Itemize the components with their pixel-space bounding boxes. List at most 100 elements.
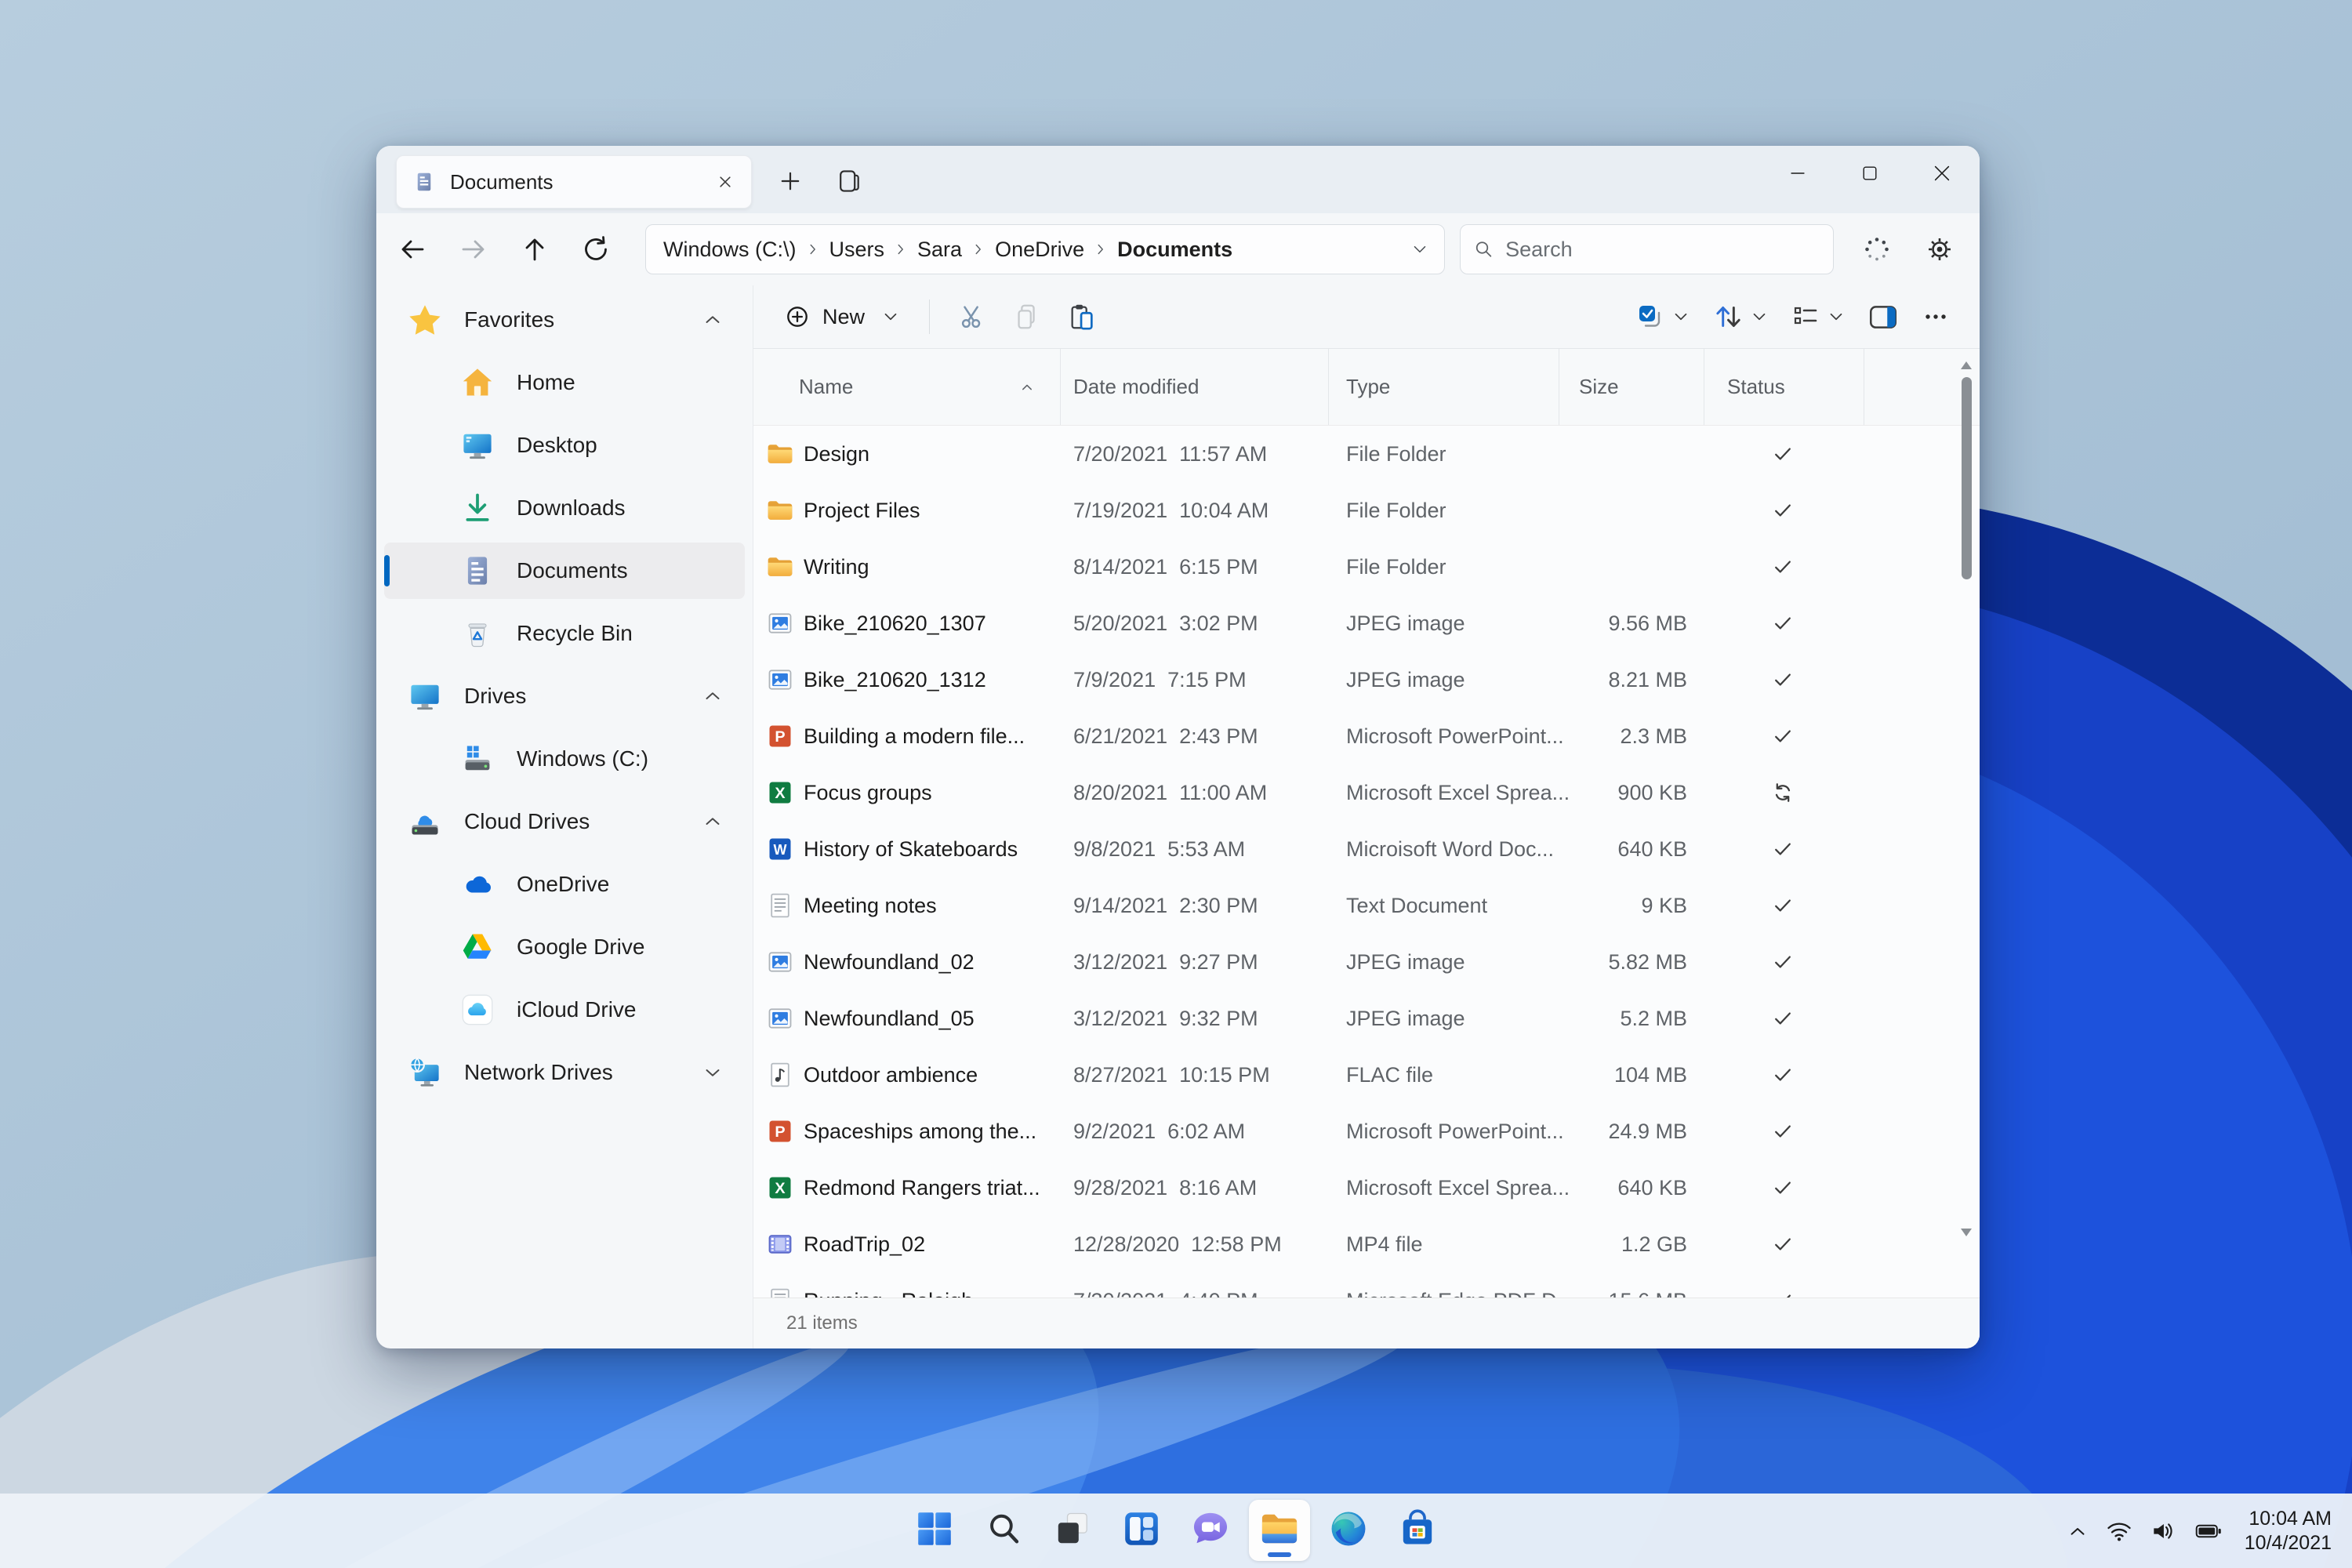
scroll-down-icon[interactable] bbox=[1959, 1227, 1973, 1238]
chevron-up-icon[interactable] bbox=[701, 308, 724, 332]
clock-date: 10/4/2021 bbox=[2244, 1531, 2332, 1554]
refresh-button[interactable] bbox=[580, 234, 612, 265]
sidebar-item-label: iCloud Drive bbox=[517, 997, 637, 1022]
file-row[interactable]: Project Files 7/19/2021 10:04 AM File Fo… bbox=[753, 482, 1980, 539]
sort-ascending-icon bbox=[1022, 384, 1032, 390]
chevron-right-icon bbox=[892, 241, 909, 258]
sidebar-section-cloud-drives[interactable]: Cloud Drives bbox=[376, 790, 753, 853]
file-row[interactable]: Bike_210620_1307 5/20/2021 3:02 PM JPEG … bbox=[753, 595, 1980, 652]
forward-button[interactable] bbox=[458, 234, 489, 265]
minimize-button[interactable] bbox=[1773, 154, 1822, 193]
taskbar-edge-button[interactable] bbox=[1318, 1500, 1379, 1561]
address-dropdown-icon[interactable] bbox=[1406, 236, 1433, 263]
taskbar-clock[interactable]: 10:04 AM 10/4/2021 bbox=[2245, 1507, 2332, 1555]
search-box[interactable] bbox=[1460, 224, 1834, 274]
breadcrumb-item-current[interactable]: Documents bbox=[1117, 238, 1232, 262]
file-row[interactable]: Newfoundland_02 3/12/2021 9:27 PM JPEG i… bbox=[753, 934, 1980, 990]
column-header-name[interactable]: Name bbox=[753, 349, 1061, 425]
taskbar-task-view-button[interactable] bbox=[1042, 1500, 1103, 1561]
sidebar-item-recycle-bin[interactable]: Recycle Bin bbox=[376, 602, 753, 665]
taskbar-store-button[interactable] bbox=[1387, 1500, 1448, 1561]
file-row[interactable]: X Focus groups 8/20/2021 11:00 AM Micros… bbox=[753, 764, 1980, 821]
sidebar-item-documents[interactable]: Documents bbox=[376, 539, 753, 602]
maximize-button[interactable] bbox=[1846, 154, 1894, 193]
tab-close-icon[interactable] bbox=[712, 169, 739, 195]
column-header-size[interactable]: Size bbox=[1559, 349, 1704, 425]
search-input[interactable] bbox=[1504, 236, 1820, 263]
taskbar-start-button[interactable] bbox=[904, 1500, 965, 1561]
file-row[interactable]: Newfoundland_05 3/12/2021 9:32 PM JPEG i… bbox=[753, 990, 1980, 1047]
see-more-button[interactable] bbox=[1920, 301, 1951, 332]
file-row[interactable]: W History of Skateboards 9/8/2021 5:53 A… bbox=[753, 821, 1980, 877]
breadcrumb-item[interactable]: Windows (C:\) bbox=[663, 238, 797, 262]
file-row[interactable]: P Building a modern file... 6/21/2021 2:… bbox=[753, 708, 1980, 764]
address-bar[interactable]: Windows (C:\) Users Sara OneDrive Docume… bbox=[645, 224, 1445, 274]
cut-icon[interactable] bbox=[950, 295, 994, 339]
chevron-up-icon[interactable] bbox=[701, 810, 724, 833]
sidebar-item-desktop[interactable]: Desktop bbox=[376, 414, 753, 477]
details-pane-button[interactable] bbox=[1867, 300, 1900, 333]
sidebar-item-google-drive[interactable]: Google Drive bbox=[376, 916, 753, 978]
view-button[interactable] bbox=[1790, 301, 1846, 332]
sidebar-item-onedrive[interactable]: OneDrive bbox=[376, 853, 753, 916]
file-row[interactable]: Bike_210620_1312 7/9/2021 7:15 PM JPEG i… bbox=[753, 652, 1980, 708]
file-row[interactable]: Design 7/20/2021 11:57 AM File Folder bbox=[753, 426, 1980, 482]
file-row[interactable]: Outdoor ambience 8/27/2021 10:15 PM FLAC… bbox=[753, 1047, 1980, 1103]
file-name: RoadTrip_02 bbox=[804, 1232, 926, 1256]
tab-actions-icon[interactable] bbox=[832, 164, 866, 198]
paste-icon[interactable] bbox=[1060, 295, 1104, 339]
new-tab-button[interactable] bbox=[773, 164, 808, 198]
sidebar-item-downloads[interactable]: Downloads bbox=[376, 477, 753, 539]
explorer-tab[interactable]: Documents bbox=[396, 155, 752, 209]
volume-icon[interactable] bbox=[2149, 1517, 2177, 1545]
sidebar-item-windows-c-[interactable]: Windows (C:) bbox=[376, 728, 753, 790]
downloads-icon bbox=[460, 491, 495, 525]
file-row[interactable]: RoadTrip_02 12/28/2020 12:58 PM MP4 file… bbox=[753, 1216, 1980, 1272]
window-body: Favorites Home Desktop Downloads Documen… bbox=[376, 285, 1980, 1348]
navigation-pane: Favorites Home Desktop Downloads Documen… bbox=[376, 285, 753, 1348]
up-button[interactable] bbox=[519, 234, 550, 265]
chevron-up-icon[interactable] bbox=[701, 684, 724, 708]
svg-text:X: X bbox=[775, 1180, 786, 1197]
column-header-status[interactable]: Status bbox=[1704, 349, 1864, 425]
select-all-button[interactable] bbox=[1635, 301, 1691, 332]
sidebar-section-favorites[interactable]: Favorites bbox=[376, 289, 753, 351]
copy-icon[interactable] bbox=[1005, 295, 1049, 339]
taskbar-chat-button[interactable] bbox=[1180, 1500, 1241, 1561]
column-header-type[interactable]: Type bbox=[1329, 349, 1559, 425]
close-button[interactable] bbox=[1918, 154, 1966, 193]
file-row[interactable]: P Spaceships among the... 9/2/2021 6:02 … bbox=[753, 1103, 1980, 1160]
file-row[interactable]: Meeting notes 9/14/2021 2:30 PM Text Doc… bbox=[753, 877, 1980, 934]
battery-icon[interactable] bbox=[2193, 1517, 2224, 1545]
settings-gear-icon[interactable] bbox=[1924, 234, 1955, 265]
sort-button[interactable] bbox=[1711, 300, 1769, 333]
wifi-icon[interactable] bbox=[2105, 1517, 2133, 1545]
chevron-down-icon[interactable] bbox=[701, 1061, 724, 1084]
taskbar-search-button[interactable] bbox=[973, 1500, 1034, 1561]
sidebar-item-home[interactable]: Home bbox=[376, 351, 753, 414]
taskbar-file-explorer-button[interactable] bbox=[1249, 1500, 1310, 1561]
breadcrumb-item[interactable]: OneDrive bbox=[995, 238, 1084, 262]
taskbar-widgets-button[interactable] bbox=[1111, 1500, 1172, 1561]
column-header-date-modified[interactable]: Date modified bbox=[1061, 349, 1329, 425]
sidebar-section-network-drives[interactable]: Network Drives bbox=[376, 1041, 753, 1104]
scroll-up-icon[interactable] bbox=[1959, 360, 1973, 371]
scrollbar-thumb[interactable] bbox=[1962, 377, 1972, 579]
file-row[interactable]: Running - Raleigh 7/30/2021 4:40 PM Micr… bbox=[753, 1272, 1980, 1298]
new-button[interactable]: New bbox=[771, 295, 913, 339]
breadcrumb-item[interactable]: Users bbox=[829, 238, 885, 262]
network-icon bbox=[408, 1055, 442, 1090]
sidebar-item-icloud-drive[interactable]: iCloud Drive bbox=[376, 978, 753, 1041]
scrollbar[interactable] bbox=[1956, 349, 1976, 1298]
window-controls bbox=[1773, 146, 1966, 201]
tray-chevron-up-icon[interactable] bbox=[2066, 1519, 2089, 1543]
back-button[interactable] bbox=[397, 234, 428, 265]
sidebar-section-drives[interactable]: Drives bbox=[376, 665, 753, 728]
sync-spinner-icon[interactable] bbox=[1861, 234, 1893, 265]
file-row[interactable]: X Redmond Rangers triat... 9/28/2021 8:1… bbox=[753, 1160, 1980, 1216]
breadcrumb-item[interactable]: Sara bbox=[917, 238, 962, 262]
file-type: JPEG image bbox=[1346, 611, 1465, 635]
select-all-icon bbox=[1639, 306, 1661, 327]
file-size: 5.82 MB bbox=[1608, 949, 1687, 974]
file-row[interactable]: Writing 8/14/2021 6:15 PM File Folder bbox=[753, 539, 1980, 595]
